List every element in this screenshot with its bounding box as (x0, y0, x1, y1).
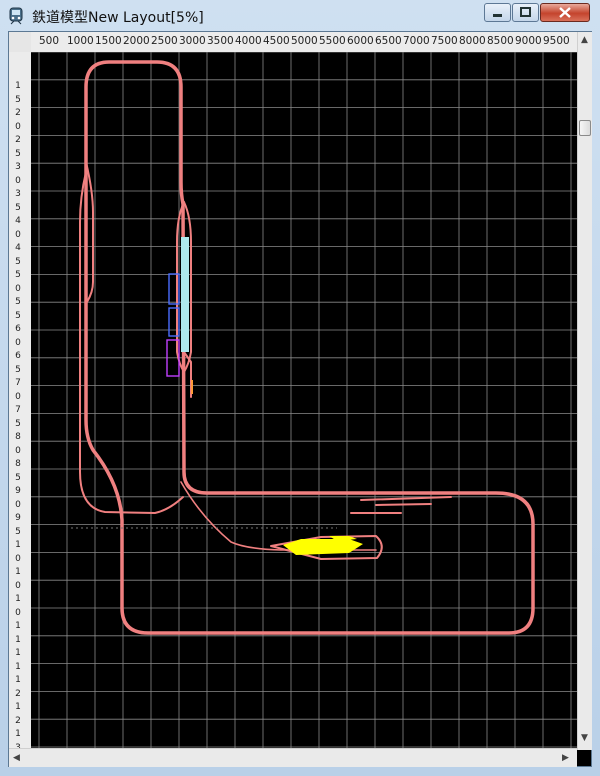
ruler-y-label: 1 (15, 661, 21, 672)
ruler-y-label: 7 (15, 378, 21, 388)
ruler-x-label: 3500 (207, 35, 234, 47)
minimize-button[interactable] (484, 3, 511, 22)
app-window: 鉄道模型New Layout[5%] 500 1000 1500 2000 2500 30… (0, 0, 600, 776)
ruler-y-label: 0 (15, 391, 21, 402)
close-icon (559, 7, 571, 18)
ruler-x-label: 2500 (151, 35, 178, 47)
ruler-y-label: 5 (15, 94, 21, 105)
ruler-corner (9, 32, 31, 52)
ruler-y-label: 1 (15, 729, 21, 739)
ruler-x-label: 8500 (487, 35, 514, 47)
ruler-y-label: 5 (15, 256, 21, 267)
ruler-x-label: 8000 (459, 35, 486, 47)
ruler-y-label: 1 (15, 675, 21, 685)
ruler-x-label: 7500 (431, 35, 458, 47)
ruler-y-label: 1 (15, 594, 21, 604)
horizontal-scrollbar[interactable]: ◀ ▶ (9, 748, 577, 767)
ruler-y-label: 3 (15, 162, 21, 172)
ruler-y-label: 0 (15, 175, 21, 186)
vertical-scroll-thumb[interactable] (579, 120, 591, 136)
ruler-x-label: 4500 (263, 35, 290, 47)
ruler-y-label: 0 (15, 229, 21, 240)
ruler-x-label: 6500 (375, 35, 402, 47)
scroll-right-icon[interactable]: ▶ (562, 753, 569, 763)
ruler-y-label: 1 (15, 567, 21, 577)
ruler-y-label: 4 (15, 243, 21, 253)
ruler-y-label: 3 (15, 189, 21, 199)
ruler-x-label: 9500 (543, 35, 570, 47)
window-title: 鉄道模型New Layout[5%] (32, 10, 204, 26)
ruler-y-label: 0 (15, 553, 21, 564)
close-button[interactable] (540, 3, 590, 22)
ruler-y-label: 0 (15, 607, 21, 618)
ruler-y-label: 8 (15, 432, 21, 442)
ruler-y-label: 0 (15, 337, 21, 348)
scroll-left-icon[interactable]: ◀ (13, 753, 20, 763)
ruler-y-label: 5 (15, 526, 21, 537)
ruler-y-label: 0 (15, 580, 21, 591)
ruler-x-label: 2000 (123, 35, 150, 47)
ruler-y-label: 5 (15, 418, 21, 429)
ruler-y-label: 5 (15, 364, 21, 375)
ruler-y-label: 0 (15, 499, 21, 510)
ruler-y-label: 0 (15, 445, 21, 456)
ruler-y-label: 0 (15, 283, 21, 294)
ruler-x-label: 1000 (67, 35, 94, 47)
ruler-x-label: 500 (39, 35, 60, 47)
ruler-x-label: 9000 (515, 35, 542, 47)
ruler-x-label: 5000 (291, 35, 318, 47)
ruler-y-label: 2 (15, 715, 21, 726)
minimize-icon (493, 14, 502, 17)
ruler-y-label: 8 (15, 459, 21, 469)
ruler-y-label: 5 (15, 148, 21, 159)
ruler-y-label: 9 (15, 513, 21, 523)
ruler-y-label: 1 (15, 702, 21, 712)
scroll-down-icon[interactable]: ▼ (581, 733, 588, 743)
track-station-platform (181, 237, 189, 352)
ruler-x-label: 3000 (179, 35, 206, 47)
ruler-y-label: 0 (15, 121, 21, 132)
ruler-y-label: 1 (15, 540, 21, 550)
ruler-y-label: 1 (15, 648, 21, 658)
ruler-x-label: 1500 (95, 35, 122, 47)
maximize-icon (520, 7, 531, 17)
ruler-x-label: 6000 (347, 35, 374, 47)
ruler-y-label: 1 (15, 634, 21, 645)
ruler-y-label: 9 (15, 486, 21, 496)
ruler-x-label: 5500 (319, 35, 346, 47)
layout-drawing[interactable] (31, 52, 577, 748)
ruler-y-label: 6 (15, 324, 21, 334)
ruler-y-label: 2 (15, 108, 21, 118)
title-bar[interactable]: 鉄道模型New Layout[5%] (0, 0, 600, 32)
ruler-y-label: 6 (15, 351, 21, 361)
horizontal-ruler: 500 1000 1500 2000 2500 3000 3500 4000 4500 5000 5… (31, 32, 577, 52)
app-train-icon (9, 7, 23, 25)
ruler-y-label: 1 (15, 81, 21, 91)
ruler-x-label: 7000 (403, 35, 430, 47)
ruler-y-label: 5 (15, 310, 21, 321)
ruler-y-label: 4 (15, 216, 21, 226)
ruler-y-label: 1 (15, 621, 21, 631)
ruler-y-label: 5 (15, 270, 21, 280)
layout-canvas[interactable] (31, 52, 577, 748)
ruler-y-label: 2 (15, 688, 21, 699)
ruler-y-label: 5 (15, 297, 21, 307)
ruler-y-label: 5 (15, 202, 21, 213)
ruler-x-label: 4000 (235, 35, 262, 47)
ruler-y-label: 7 (15, 405, 21, 415)
ruler-y-label: 2 (15, 135, 21, 145)
vertical-scrollbar[interactable]: ▲ ▼ (577, 32, 592, 750)
vertical-ruler: 1 5 2 0 2 5 3 0 3 5 4 0 4 5 5 0 5 5 6 0 6 5 7 0 7 5 8 0 8 5 9 0 9 5 1 0 1 0 1 0… (9, 52, 31, 748)
maximize-button[interactable] (512, 3, 539, 22)
layout-view: 500 1000 1500 2000 2500 3000 3500 4000 4500 5000 5… (8, 31, 592, 767)
ruler-y-label: 5 (15, 472, 21, 483)
scroll-up-icon[interactable]: ▲ (581, 35, 588, 45)
